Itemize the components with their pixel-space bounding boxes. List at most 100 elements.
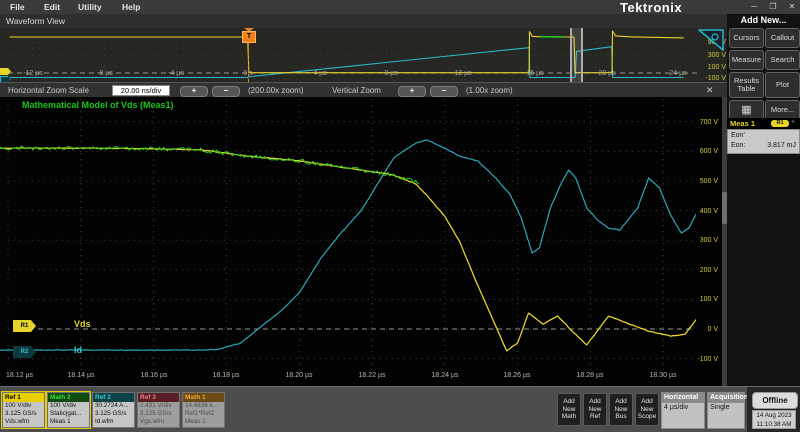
brand-logo: Tektronix: [620, 0, 724, 15]
vzoom-plus-button[interactable]: +: [398, 86, 426, 97]
oscilloscope-app: File Edit Utility Help Tektronix ─ ❐ ✕ W…: [0, 0, 800, 432]
badge-line: Meas 1: [183, 418, 224, 426]
hzoom-label: Horizontal Zoom Scale: [8, 86, 89, 95]
main-xtick: 18.18 µs: [206, 372, 246, 379]
offline-button[interactable]: Offline: [752, 392, 798, 409]
badge-line: Id.wfm: [93, 418, 134, 426]
horizontal-panel[interactable]: Horizontal 4 µs/div: [661, 392, 705, 429]
zoom-close-icon[interactable]: ✕: [706, 85, 714, 96]
hzoom-scale-input[interactable]: 20.00 ns/div: [112, 85, 170, 96]
main-plot: [0, 97, 696, 386]
overview-xtick: -4 µs: [160, 70, 192, 77]
hzoom-minus-button[interactable]: −: [212, 86, 240, 97]
main-xtick: 18.30 µs: [643, 372, 683, 379]
tab-strip: Waveform View: [0, 14, 727, 29]
badge-line: 3.125 GS/s: [93, 410, 134, 418]
meas1-line2-label: Eon:: [731, 142, 745, 149]
main-xtick: 18.20 µs: [279, 372, 319, 379]
channel-badge-ref2[interactable]: Ref 2 30.2724 A... 3.125 GS/s Id.wfm: [92, 392, 135, 428]
badge-line: 30.2724 A...: [93, 402, 134, 410]
overview-xtick: -12 µs: [17, 70, 49, 77]
menu-file[interactable]: File: [10, 2, 25, 12]
more-button[interactable]: More...: [765, 100, 800, 120]
trigger-marker[interactable]: T: [242, 28, 255, 82]
horizontal-title: Horizontal: [662, 393, 704, 403]
overview-xtick: 16 µs: [519, 70, 551, 77]
main-xtick: 18.28 µs: [570, 372, 610, 379]
badge-title: Ref 3: [138, 393, 179, 402]
badge-line: Meas 1: [48, 418, 89, 426]
badge-line: 3.125 GS/s: [3, 410, 44, 418]
main-ytick: 500 V: [672, 178, 718, 185]
results-table-button[interactable]: Results Table: [729, 72, 764, 98]
overview-zoom-icon[interactable]: [698, 29, 724, 51]
math-model-title: Mathematical Model of Vds (Meas1): [22, 100, 174, 110]
main-xtick: 18.22 µs: [352, 372, 392, 379]
meas1-badge[interactable]: Meas 1 R1 +: [727, 118, 800, 129]
pattern-grid-icon[interactable]: ▦: [729, 100, 764, 120]
trace-vds: [0, 148, 696, 351]
badge-title: Math 2: [48, 393, 89, 402]
badge-line: 100 V/div: [48, 402, 89, 410]
measure-button[interactable]: Measure: [729, 50, 764, 70]
main-ytick: 700 V: [672, 119, 718, 126]
badge-line: Vgs.wfm: [138, 418, 179, 426]
acquisition-overview: -12 µs -8 µs -4 µs 0 s 4 µs 8 µs 12 µs 1…: [0, 28, 727, 82]
hzoom-plus-button[interactable]: +: [180, 86, 208, 97]
plot-button[interactable]: Plot: [765, 72, 800, 98]
badge-line: 3.125 GS/s: [138, 410, 179, 418]
main-ytick: 0 V: [672, 326, 718, 333]
acquisition-value: Single: [708, 403, 744, 412]
meas1-readout: Eon' Eon: 3.817 mJ: [727, 129, 800, 154]
overview-ytick: 300 V: [688, 52, 726, 59]
menu-utility[interactable]: Utility: [78, 2, 102, 12]
add-new-bus-button[interactable]: Add New Bus: [609, 393, 633, 426]
acquisition-panel[interactable]: Acquisition Single: [707, 392, 745, 429]
add-new-math-button[interactable]: Add New Math: [557, 393, 581, 426]
vds-label: Vds: [74, 319, 91, 329]
close-icon[interactable]: ✕: [786, 2, 798, 11]
cursors-button[interactable]: Cursors: [729, 28, 764, 48]
status-dock: Offline 14 Aug 2023 11:10:38 AM: [747, 387, 800, 432]
trigger-t-icon: T: [242, 31, 256, 43]
main-xtick: 18.26 µs: [497, 372, 537, 379]
overview-xtick: 4 µs: [304, 70, 336, 77]
main-ytick: 200 V: [672, 267, 718, 274]
channel-badge-math2[interactable]: Math 2 100 V/div Static|gat... Meas 1: [47, 392, 90, 428]
badge-line: Vds.wfm: [3, 418, 44, 426]
restore-icon[interactable]: ❐: [767, 2, 779, 11]
acquisition-title: Acquisition: [708, 393, 744, 403]
overview-xtick: -8 µs: [89, 70, 121, 77]
add-new-scope-button[interactable]: Add New Scope: [635, 393, 659, 426]
waveform-main-view: Mathematical Model of Vds (Meas1) 700 V …: [0, 97, 727, 386]
add-new-ref-button[interactable]: Add New Ref: [583, 393, 607, 426]
main-ytick: 400 V: [672, 208, 718, 215]
main-ytick: 300 V: [672, 237, 718, 244]
settings-bar: Ref 1 100 V/div 3.125 GS/s Vds.wfm Math …: [0, 386, 800, 432]
channel-badge-ref1[interactable]: Ref 1 100 V/div 3.125 GS/s Vds.wfm: [2, 392, 45, 428]
menu-help[interactable]: Help: [122, 2, 140, 12]
title-bar: File Edit Utility Help Tektronix ─ ❐ ✕: [0, 0, 800, 15]
id-label: Id: [74, 345, 82, 355]
overview-xtick: 12 µs: [447, 70, 479, 77]
search-button[interactable]: Search: [765, 50, 800, 70]
minimize-icon[interactable]: ─: [748, 2, 760, 11]
zoom-window-handle[interactable]: [570, 28, 583, 82]
channel-badge-math1[interactable]: Math 1 14.4836 k... Ref1*Ref2 Meas 1: [182, 392, 225, 428]
menu-edit[interactable]: Edit: [44, 2, 60, 12]
meas1-value: 3.817 mJ: [756, 142, 796, 149]
main-xtick: 18.14 µs: [61, 372, 101, 379]
vzoom-minus-button[interactable]: −: [430, 86, 458, 97]
channel-badge-ref3[interactable]: Ref 3 2.431 V/div 3.125 GS/s Vgs.wfm: [137, 392, 180, 428]
vzoom-label: Vertical Zoom: [332, 86, 381, 95]
callout-button[interactable]: Callout: [765, 28, 800, 48]
trace-id: [0, 140, 696, 350]
hzoom-factor: (200.00x zoom): [248, 86, 304, 95]
horizontal-value: 4 µs/div: [662, 403, 704, 412]
meas1-source-pill: R1: [771, 120, 789, 127]
main-ytick: 100 V: [672, 296, 718, 303]
overview-ytick: -100 V: [688, 75, 726, 82]
badge-title: Ref 1: [3, 393, 44, 402]
tab-waveform-view[interactable]: Waveform View: [6, 16, 65, 26]
meas1-expand-icon[interactable]: +: [791, 119, 795, 126]
